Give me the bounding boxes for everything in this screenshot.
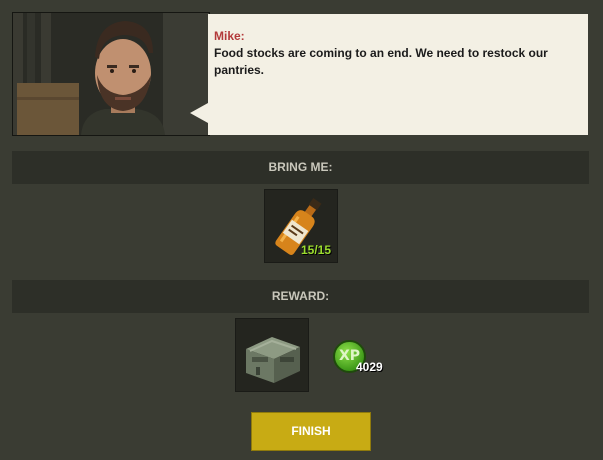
mike-portrait-icon	[13, 13, 209, 135]
speech-bubble-tail	[190, 103, 208, 123]
finish-button[interactable]: FINISH	[251, 412, 371, 451]
character-portrait	[12, 12, 210, 136]
required-item-slot[interactable]: 15/15	[264, 189, 338, 263]
speaker-name: Mike:	[214, 29, 245, 43]
bring-me-header: BRING ME:	[12, 151, 589, 184]
reward-item-slot[interactable]	[235, 318, 309, 392]
speech-bubble: Mike: Food stocks are coming to an end. …	[208, 14, 588, 135]
item-count: 15/15	[300, 243, 331, 257]
supply-crate-icon	[246, 337, 300, 383]
reward-header: REWARD:	[12, 280, 589, 313]
dialog-message: Food stocks are coming to an end. We nee…	[214, 46, 548, 77]
xp-value: 4029	[356, 360, 383, 374]
